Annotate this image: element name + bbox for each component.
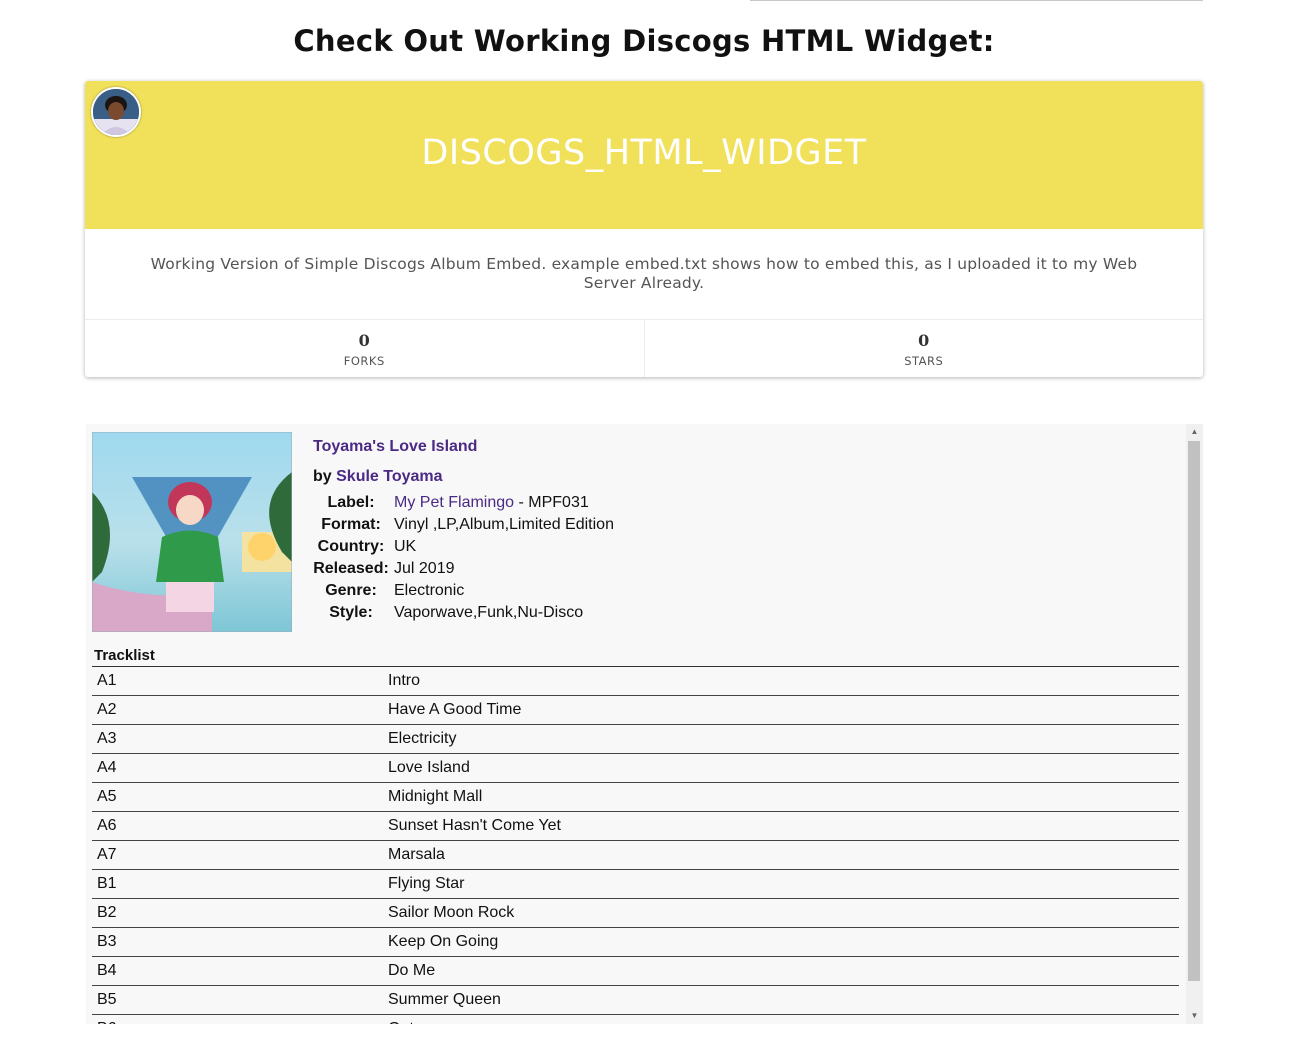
track-row: A6 Sunset Hasn't Come Yet <box>92 812 1179 841</box>
discogs-widget[interactable]: Toyama's Love Island by Skule Toyama Lab… <box>86 424 1203 1024</box>
track-row: A2 Have A Good Time <box>92 696 1179 725</box>
track-position: A6 <box>97 817 117 834</box>
track-title: Sunset Hasn't Come Yet <box>388 817 561 834</box>
track-row: A5 Midnight Mall <box>92 783 1179 812</box>
label-key: Label: <box>327 494 375 511</box>
owner-avatar[interactable] <box>91 87 141 137</box>
released-key: Released: <box>313 560 389 577</box>
track-title: Outro <box>388 1020 1179 1024</box>
stars-label: STARS <box>904 354 944 368</box>
repo-card[interactable]: DISCOGS_HTML_WIDGET Working Version of S… <box>85 81 1203 377</box>
track-position: B4 <box>97 962 117 979</box>
released-row: Released: Jul 2019 <box>312 558 618 580</box>
album-title-link[interactable]: Toyama's Love Island <box>313 438 477 456</box>
track-position: A3 <box>97 730 117 747</box>
track-title: Marsala <box>388 846 445 863</box>
track-position: A2 <box>97 701 117 718</box>
track-title: Electricity <box>388 730 457 747</box>
repo-card-banner[interactable]: DISCOGS_HTML_WIDGET <box>85 81 1203 229</box>
forks-stat[interactable]: 0 FORKS <box>85 320 644 377</box>
track-row: B6Outro <box>92 1015 1179 1024</box>
artist-line: by Skule Toyama <box>313 468 443 486</box>
track-title: Midnight Mall <box>388 788 483 805</box>
track-row: A7 Marsala <box>92 841 1179 870</box>
page-title: Check Out Working Discogs HTML Widget: <box>293 24 995 58</box>
scroll-down-arrow-icon[interactable]: ▼ <box>1186 1008 1203 1024</box>
release-details: Label: My Pet Flamingo - MPF031 Format: … <box>312 492 618 624</box>
stars-count: 0 <box>918 331 930 350</box>
country-row: Country: UK <box>312 536 618 558</box>
scrollbar-thumb[interactable] <box>1188 441 1200 981</box>
label-value: My Pet Flamingo - MPF031 <box>390 492 618 514</box>
genre-row: Genre: Electronic <box>312 580 618 602</box>
track-title: Have A Good Time <box>388 701 522 718</box>
track-title: Flying Star <box>388 875 465 892</box>
track-title: Intro <box>388 672 421 689</box>
track-title: Summer Queen <box>388 991 501 1008</box>
track-position: B1 <box>97 875 117 892</box>
track-row: B4 Do Me <box>92 957 1179 986</box>
catalog-number: - MPF031 <box>514 494 589 511</box>
track-row: B2 Sailor Moon Rock <box>92 899 1179 928</box>
track-position: B5 <box>97 991 117 1008</box>
genre-value: Electronic <box>394 582 465 599</box>
track-title: Do Me <box>388 962 436 979</box>
stars-stat[interactable]: 0 STARS <box>643 320 1204 377</box>
track-position: A7 <box>97 846 117 863</box>
format-key: Format: <box>321 516 381 533</box>
label-link[interactable]: My Pet Flamingo <box>394 494 514 511</box>
track-position: B3 <box>97 933 117 950</box>
artist-link[interactable]: Skule Toyama <box>336 468 442 485</box>
track-position: A1 <box>97 672 117 689</box>
track-position: B6 <box>92 1020 388 1024</box>
by-prefix: by <box>313 468 332 485</box>
track-title: Love Island <box>388 759 470 776</box>
track-row: A1 Intro <box>92 667 1179 696</box>
track-position: A5 <box>97 788 117 805</box>
track-row: A4 Love Island <box>92 754 1179 783</box>
album-cover-image[interactable] <box>92 432 292 632</box>
repo-title[interactable]: DISCOGS_HTML_WIDGET <box>85 133 1203 173</box>
released-value: Jul 2019 <box>394 560 455 577</box>
track-position: A4 <box>97 759 117 776</box>
style-value: Vaporwave,Funk,Nu-Disco <box>394 604 584 621</box>
country-value: UK <box>394 538 417 555</box>
track-row: B5 Summer Queen <box>92 986 1179 1015</box>
forks-count: 0 <box>358 331 370 350</box>
track-row: A3 Electricity <box>92 725 1179 754</box>
forks-label: FORKS <box>343 354 385 368</box>
label-row: Label: My Pet Flamingo - MPF031 <box>312 492 618 514</box>
format-row: Format: Vinyl ,LP,Album,Limited Edition <box>312 514 618 536</box>
format-value: Vinyl ,LP,Album,Limited Edition <box>394 516 614 533</box>
style-row: Style: Vaporwave,Funk,Nu-Disco <box>312 602 618 624</box>
track-row: B1 Flying Star <box>92 870 1179 899</box>
track-row: B3 Keep On Going <box>92 928 1179 957</box>
top-divider <box>750 0 1203 1</box>
track-title: Keep On Going <box>388 933 499 950</box>
genre-key: Genre: <box>325 582 377 599</box>
style-key: Style: <box>329 604 373 621</box>
scroll-up-arrow-icon[interactable]: ▲ <box>1186 424 1203 440</box>
repo-stats: 0 FORKS 0 STARS <box>85 319 1203 377</box>
country-key: Country: <box>317 538 385 555</box>
repo-description: Working Version of Simple Discogs Album … <box>150 255 1138 292</box>
tracklist: A1 Intro A2 Have A Good Time A3 Electricity A4… <box>92 666 1179 1024</box>
tracklist-heading: Tracklist <box>94 647 155 664</box>
track-title: Sailor Moon Rock <box>388 904 515 921</box>
track-position: B2 <box>97 904 117 921</box>
widget-scrollbar[interactable]: ▲ ▼ <box>1186 424 1203 1024</box>
